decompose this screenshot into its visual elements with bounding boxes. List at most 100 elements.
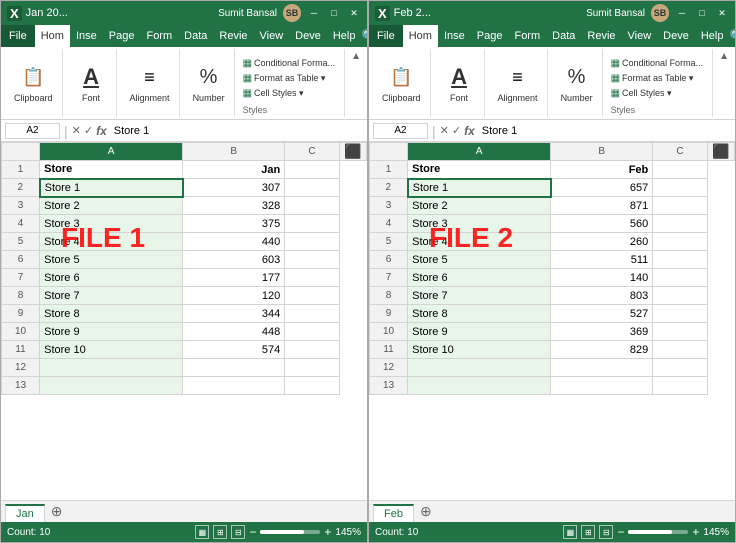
cell-1-9-C[interactable] [285, 305, 339, 323]
tab-help-2[interactable]: Help [695, 25, 730, 47]
cell-2-6-A[interactable]: Store 5 [408, 251, 551, 269]
cell-2-4-A[interactable]: Store 3 [408, 215, 551, 233]
cell-1-10-A[interactable]: Store 9 [40, 323, 183, 341]
cell-2-12-2[interactable] [653, 359, 707, 377]
cell-1-12-0[interactable] [40, 359, 183, 377]
zoom-slider-1[interactable] [260, 530, 320, 534]
cell-2-10-B[interactable]: 369 [551, 323, 653, 341]
close-btn-2[interactable]: ✕ [715, 6, 729, 20]
cell-1-4-A[interactable]: Store 3 [40, 215, 183, 233]
zoom-minus-2[interactable]: − [617, 525, 624, 539]
cell-1-13-1[interactable] [183, 377, 285, 395]
cell-2-5-B[interactable]: 260 [551, 233, 653, 251]
tab-insert-2[interactable]: Inse [438, 25, 471, 47]
cell-2-12-1[interactable] [551, 359, 653, 377]
search-icon-2[interactable]: 🔍 [729, 29, 736, 43]
tab-home-2[interactable]: Hom [403, 25, 438, 47]
cell-1-7-B[interactable]: 177 [183, 269, 285, 287]
cell-1-5-A[interactable]: Store 4 [40, 233, 183, 251]
sheet-grid-2[interactable]: A B C ⬛ 1 Store Feb 2Store 16573Store 28… [369, 142, 735, 395]
zoom-plus-1[interactable]: + [324, 525, 331, 539]
cell-1-6-C[interactable] [285, 251, 339, 269]
cell-1-8-A[interactable]: Store 7 [40, 287, 183, 305]
tab-help-1[interactable]: Help [327, 25, 362, 47]
cell-1-4-C[interactable] [285, 215, 339, 233]
cell-2-8-A[interactable]: Store 7 [408, 287, 551, 305]
maximize-btn-1[interactable]: □ [327, 6, 341, 20]
cell-1-7-C[interactable] [285, 269, 339, 287]
tab-dev-1[interactable]: Deve [289, 25, 327, 47]
tab-view-2[interactable]: View [622, 25, 658, 47]
cell-1-8-B[interactable]: 120 [183, 287, 285, 305]
cell-2-9-C[interactable] [653, 305, 707, 323]
tab-file-1[interactable]: File [1, 25, 35, 47]
page-layout-btn-1[interactable]: ⊞ [213, 525, 227, 539]
cell-2-9-A[interactable]: Store 8 [408, 305, 551, 323]
cell-2-9-B[interactable]: 527 [551, 305, 653, 323]
normal-view-btn-1[interactable]: ▦ [195, 525, 209, 539]
cell-2-10-C[interactable] [653, 323, 707, 341]
cell-1-9-A[interactable]: Store 8 [40, 305, 183, 323]
cell-2-6-C[interactable] [653, 251, 707, 269]
tab-file-2[interactable]: File [369, 25, 403, 47]
cell-1-13-0[interactable] [40, 377, 183, 395]
page-break-btn-2[interactable]: ⊟ [599, 525, 613, 539]
cell-1-12-1[interactable] [183, 359, 285, 377]
tab-page-2[interactable]: Page [471, 25, 509, 47]
cell-2-5-C[interactable] [653, 233, 707, 251]
cell-1-8-C[interactable] [285, 287, 339, 305]
cell-2-3-B[interactable]: 871 [551, 197, 653, 215]
ribbon-collapse-1[interactable]: ▲ [349, 49, 363, 117]
cell-1-6-B[interactable]: 603 [183, 251, 285, 269]
cell-2-1-C[interactable] [653, 161, 707, 179]
tab-review-2[interactable]: Revie [581, 25, 621, 47]
cell-1-A[interactable]: Store [40, 161, 183, 179]
col-header-B-1[interactable]: B [183, 143, 285, 161]
cell-2-5-A[interactable]: Store 4 [408, 233, 551, 251]
cell-1-3-C[interactable] [285, 197, 339, 215]
cell-2-6-B[interactable]: 511 [551, 251, 653, 269]
zoom-minus-1[interactable]: − [249, 525, 256, 539]
tab-home-1[interactable]: Hom [35, 25, 70, 47]
cell-2-2-A[interactable]: Store 1 [408, 179, 551, 197]
tab-form-1[interactable]: Form [140, 25, 178, 47]
cell-2-8-C[interactable] [653, 287, 707, 305]
cell-1-5-B[interactable]: 440 [183, 233, 285, 251]
format-table-btn-2[interactable]: ▦ Format as Table ▾ [611, 72, 709, 85]
cell-styles-btn-2[interactable]: ▦ Cell Styles ▾ [611, 87, 709, 100]
cell-1-3-B[interactable]: 328 [183, 197, 285, 215]
maximize-btn-2[interactable]: □ [695, 6, 709, 20]
tab-view-1[interactable]: View [254, 25, 290, 47]
col-header-A-2[interactable]: A [408, 143, 551, 161]
cell-1-10-B[interactable]: 448 [183, 323, 285, 341]
sheet-add-btn-2[interactable]: ⊕ [414, 501, 438, 522]
col-header-C-1[interactable]: C [285, 143, 339, 161]
number-btn-1[interactable]: % Number [190, 61, 228, 105]
cell-2-2-C[interactable] [653, 179, 707, 197]
normal-view-btn-2[interactable]: ▦ [563, 525, 577, 539]
cell-1-11-A[interactable]: Store 10 [40, 341, 183, 359]
cell-2-1-B[interactable]: Feb [551, 161, 653, 179]
cell-2-1-A[interactable]: Store [408, 161, 551, 179]
cell-1-2-C[interactable] [285, 179, 339, 197]
conditional-format-btn-2[interactable]: ▦ Conditional Forma... [611, 57, 709, 70]
cell-2-12-0[interactable] [408, 359, 551, 377]
alignment-btn-1[interactable]: ≡ Alignment [127, 61, 173, 105]
cell-1-12-2[interactable] [285, 359, 339, 377]
formula-cancel-icon-1[interactable]: ✕ [72, 124, 81, 137]
format-table-btn-1[interactable]: ▦ Format as Table ▾ [243, 72, 341, 85]
sheet-tab-feb[interactable]: Feb [373, 504, 414, 522]
alignment-btn-2[interactable]: ≡ Alignment [495, 61, 541, 105]
cell-2-2-B[interactable]: 657 [551, 179, 653, 197]
zoom-slider-2[interactable] [628, 530, 688, 534]
tab-insert-1[interactable]: Inse [70, 25, 103, 47]
cell-2-13-2[interactable] [653, 377, 707, 395]
close-btn-1[interactable]: ✕ [347, 6, 361, 20]
clipboard-btn-2[interactable]: 📋 Clipboard [379, 61, 424, 105]
cell-ref-input-2[interactable] [373, 123, 428, 139]
cell-1-11-B[interactable]: 574 [183, 341, 285, 359]
tab-data-1[interactable]: Data [178, 25, 213, 47]
cell-1-10-C[interactable] [285, 323, 339, 341]
formula-confirm-icon-1[interactable]: ✓ [84, 124, 93, 137]
tab-dev-2[interactable]: Deve [657, 25, 695, 47]
